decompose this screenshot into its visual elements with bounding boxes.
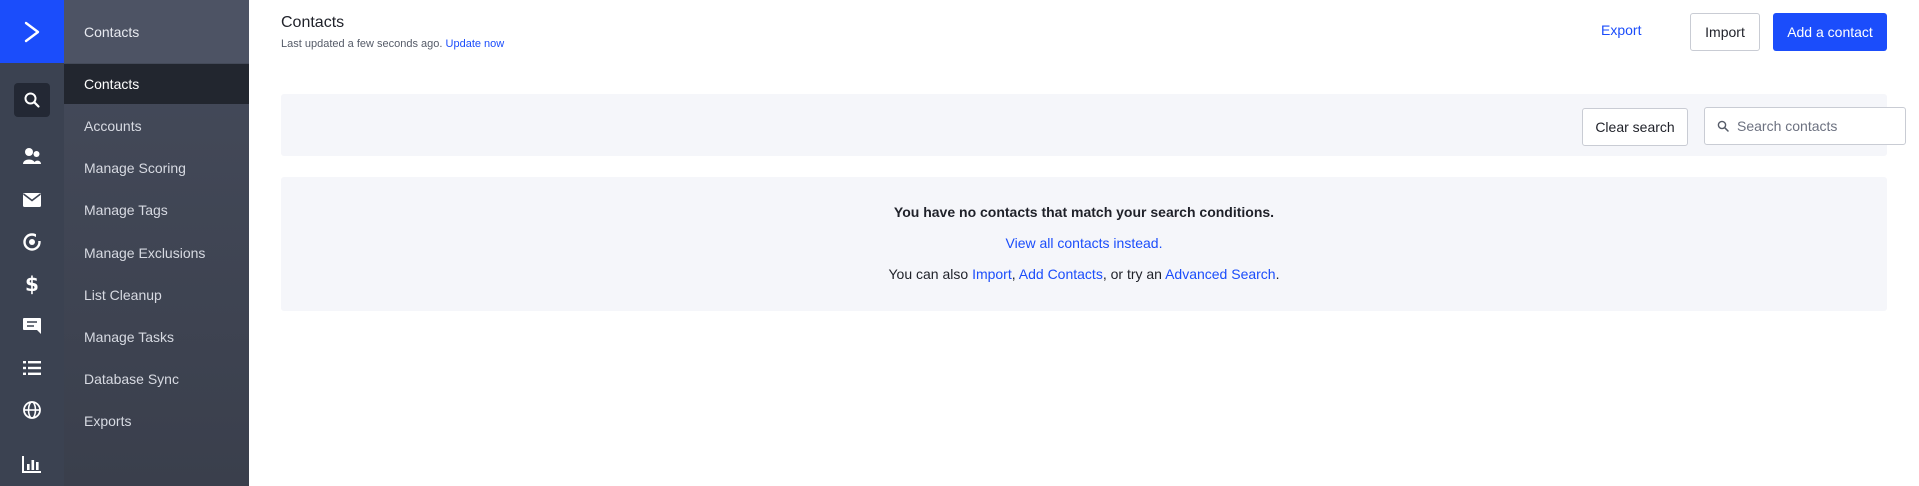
rail-automation[interactable] xyxy=(0,222,64,262)
rail-search[interactable] xyxy=(0,80,64,120)
subnav-item-exports[interactable]: Exports xyxy=(64,401,249,441)
subnav-item-database-sync[interactable]: Database Sync xyxy=(64,359,249,399)
automation-icon xyxy=(23,233,42,251)
subnav-item-manage-scoring[interactable]: Manage Scoring xyxy=(64,148,249,188)
empty-state-actions: You can also Import, Add Contacts, or tr… xyxy=(281,266,1887,282)
empty-suffix: . xyxy=(1275,266,1280,282)
empty-state-title: You have no contacts that match your sea… xyxy=(893,204,1275,220)
import-link[interactable]: Import xyxy=(972,266,1012,282)
rail-reports[interactable] xyxy=(0,444,64,484)
search-icon xyxy=(1717,120,1729,132)
chevron-right-logo-icon xyxy=(24,21,40,42)
subnav-item-manage-tags[interactable]: Manage Tags xyxy=(64,190,249,230)
empty-state-panel: You have no contacts that match your sea… xyxy=(281,177,1887,311)
export-link[interactable]: Export xyxy=(1601,22,1641,38)
subnav-heading: Contacts xyxy=(64,0,249,63)
page-title: Contacts xyxy=(281,14,345,31)
conversations-icon xyxy=(23,318,41,334)
search-icon xyxy=(24,92,40,108)
rail-contacts[interactable] xyxy=(0,136,64,176)
subnav-item-contacts[interactable]: Contacts xyxy=(64,64,249,104)
empty-also-prefix: You can also xyxy=(888,266,973,282)
reports-icon xyxy=(22,456,41,473)
advanced-search-link[interactable]: Advanced Search xyxy=(1165,266,1276,282)
globe-icon xyxy=(23,401,41,419)
subnav-item-manage-tasks[interactable]: Manage Tasks xyxy=(64,317,249,357)
app-logo[interactable] xyxy=(0,0,64,63)
rail-lists[interactable] xyxy=(0,348,64,388)
search-box[interactable] xyxy=(1704,107,1906,145)
subnav-item-list-cleanup[interactable]: List Cleanup xyxy=(64,275,249,315)
search-contacts-input[interactable] xyxy=(1737,118,1897,134)
rail-mail[interactable] xyxy=(0,180,64,220)
clear-search-button[interactable]: Clear search xyxy=(1582,108,1688,146)
contacts-subnav: Contacts Contacts Accounts Manage Scorin… xyxy=(64,0,249,486)
rail-conversations[interactable] xyxy=(0,306,64,346)
rail-site[interactable] xyxy=(0,390,64,430)
main-content: Contacts Last updated a few seconds ago.… xyxy=(249,0,1919,486)
icon-rail: $ xyxy=(0,0,64,486)
view-all-contacts-link[interactable]: View all contacts instead. xyxy=(281,235,1887,251)
last-updated-label: Last updated a few seconds ago. xyxy=(281,38,443,50)
last-updated-text: Last updated a few seconds ago. Update n… xyxy=(281,38,504,50)
rail-deals[interactable]: $ xyxy=(0,264,64,304)
search-toolbar: Clear search xyxy=(281,94,1906,156)
subnav-item-manage-exclusions[interactable]: Manage Exclusions xyxy=(64,233,249,273)
update-now-link[interactable]: Update now xyxy=(446,38,505,50)
contacts-icon xyxy=(23,148,41,164)
subnav-item-accounts[interactable]: Accounts xyxy=(64,106,249,146)
mail-icon xyxy=(23,193,41,207)
import-button[interactable]: Import xyxy=(1690,13,1760,51)
empty-sep-2: , or try an xyxy=(1102,266,1166,282)
deals-icon: $ xyxy=(25,272,39,296)
empty-sep-1: , xyxy=(1011,266,1019,282)
add-contacts-link[interactable]: Add Contacts xyxy=(1019,266,1103,282)
lists-icon xyxy=(23,361,41,375)
add-contact-button[interactable]: Add a contact xyxy=(1773,13,1887,51)
